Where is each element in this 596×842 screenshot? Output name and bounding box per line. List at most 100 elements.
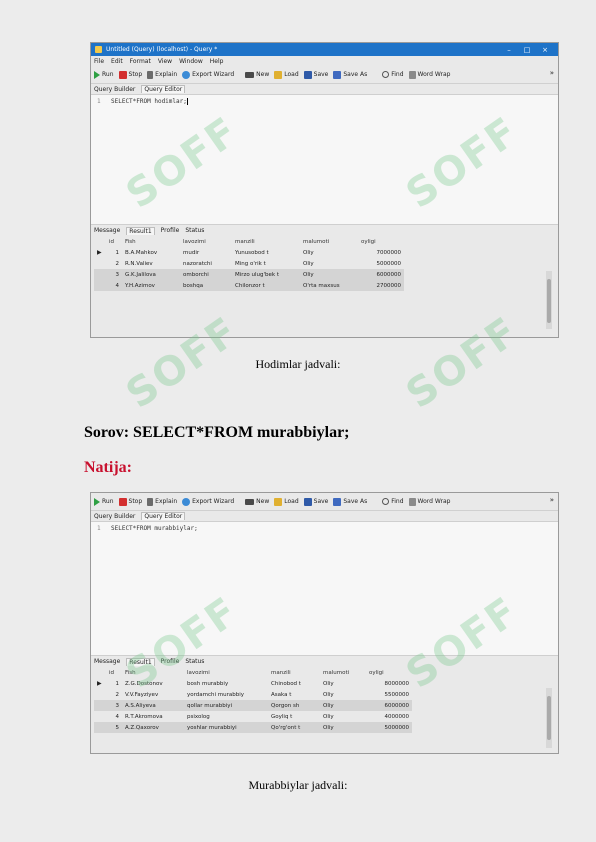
load-button[interactable]: Load [274,497,299,506]
tab-status[interactable]: Status [185,658,204,665]
new-button[interactable]: New [245,498,269,505]
tab-profile[interactable]: Profile [161,658,180,665]
cell-oyligi[interactable]: 8000000 [366,678,412,689]
cell-fish[interactable]: Z.G.Dostonov [122,678,184,689]
cell-malumoti[interactable]: Oliy [320,711,366,722]
scrollbar-thumb[interactable] [547,696,551,740]
cell-oyligi[interactable]: 2700000 [358,280,404,291]
tab-profile[interactable]: Profile [161,227,180,234]
cell-malumoti[interactable]: O'rta maxsus [300,280,358,291]
menu-window[interactable]: Window [179,58,203,65]
col-id[interactable]: id [106,667,122,678]
tab-result1[interactable]: Result1 [126,226,155,235]
save-button[interactable]: Save [303,497,328,506]
cell-oyligi[interactable]: 6000000 [358,269,404,280]
col-oyligi[interactable]: oyligi [366,667,412,678]
tab-query-builder[interactable]: Query Builder [94,513,135,520]
col-malumoti[interactable]: malumoti [320,667,366,678]
stop-button[interactable]: Stop [118,497,142,506]
col-malumoti[interactable]: malumoti [300,236,358,247]
cell-fish[interactable]: V.V.Fayziyev [122,689,184,700]
menu-view[interactable]: View [158,58,172,65]
cell-id[interactable]: 4 [106,280,122,291]
cell-fish[interactable]: R.T.Akromova [122,711,184,722]
cell-lavozimi[interactable]: bosh murabbiy [184,678,268,689]
menu-format[interactable]: Format [130,58,151,65]
maximize-icon[interactable]: □ [518,46,536,54]
tab-query-editor[interactable]: Query Editor [141,512,186,520]
cell-manzili[interactable]: Ming o'rik t [232,258,300,269]
cell-malumoti[interactable]: Oliy [320,689,366,700]
col-lavozimi[interactable]: lavozimi [180,236,232,247]
cell-manzili[interactable]: Asaka t [268,689,320,700]
toolbar-overflow-icon[interactable]: » [550,496,554,504]
cell-lavozimi[interactable]: psixolog [184,711,268,722]
cell-fish[interactable]: B.A.Mahkov [122,247,180,258]
cell-manzili[interactable]: Goyliq t [268,711,320,722]
table-row[interactable]: 3 A.S.Aliyeva qollar murabbiyi Qorgon sh… [94,700,412,711]
cell-fish[interactable]: R.N.Valiev [122,258,180,269]
cell-malumoti[interactable]: Oliy [300,258,358,269]
tab-result1[interactable]: Result1 [126,657,155,666]
word-wrap-button[interactable]: Word Wrap [408,497,451,506]
minimize-icon[interactable]: – [500,46,518,54]
menu-file[interactable]: File [94,58,104,65]
explain-button[interactable]: Explain [147,70,177,79]
cell-lavozimi[interactable]: qollar murabbiyi [184,700,268,711]
find-button[interactable]: Find [382,71,404,78]
cell-lavozimi[interactable]: nazoratchi [180,258,232,269]
cell-manzili[interactable]: Qorgon sh [268,700,320,711]
cell-id[interactable]: 2 [106,258,122,269]
stop-button[interactable]: Stop [118,70,142,79]
cell-malumoti[interactable]: Oliy [320,722,366,733]
menu-help[interactable]: Help [210,58,224,65]
save-as-button[interactable]: Save As [333,70,367,79]
table-row[interactable]: ▶ 1 Z.G.Dostonov bosh murabbiy Chinobod … [94,678,412,689]
close-icon[interactable]: × [536,46,554,54]
col-fish[interactable]: Fish [122,667,184,678]
cell-manzili[interactable]: Chilonzor t [232,280,300,291]
cell-lavozimi[interactable]: boshqa [180,280,232,291]
cell-id[interactable]: 1 [106,247,122,258]
cell-malumoti[interactable]: Oliy [320,700,366,711]
cell-malumoti[interactable]: Oliy [300,269,358,280]
cell-manzili[interactable]: Qo'rg'ont t [268,722,320,733]
table-row[interactable]: 4 R.T.Akromova psixolog Goyliq t Oliy 40… [94,711,412,722]
load-button[interactable]: Load [274,70,299,79]
cell-fish[interactable]: A.Z.Qaxorov [122,722,184,733]
tab-status[interactable]: Status [185,227,204,234]
tab-query-editor[interactable]: Query Editor [141,85,186,93]
cell-id[interactable]: 1 [106,678,122,689]
scrollbar-thumb[interactable] [547,279,551,323]
cell-manzili[interactable]: Yunusobod t [232,247,300,258]
tab-query-builder[interactable]: Query Builder [94,86,135,93]
cell-id[interactable]: 2 [106,689,122,700]
cell-oyligi[interactable]: 7000000 [358,247,404,258]
cell-lavozimi[interactable]: yordamchi murabbiy [184,689,268,700]
col-id[interactable]: id [106,236,122,247]
find-button[interactable]: Find [382,498,404,505]
cell-id[interactable]: 3 [106,269,122,280]
table-row[interactable]: 4 Y.H.Azimov boshqa Chilonzor t O'rta ma… [94,280,404,291]
result-scrollbar[interactable] [546,271,552,329]
export-wizard-button[interactable]: Export Wizard [182,497,234,506]
col-fish[interactable]: Fish [122,236,180,247]
cell-lavozimi[interactable]: yoshlar murabbiyi [184,722,268,733]
table-row[interactable]: 5 A.Z.Qaxorov yoshlar murabbiyi Qo'rg'on… [94,722,412,733]
run-button[interactable]: Run [94,70,114,79]
col-oyligi[interactable]: oyligi [358,236,404,247]
sql-text[interactable]: SELECT*FROM hodimlar; [111,98,187,105]
cell-lavozimi[interactable]: omborchi [180,269,232,280]
cell-id[interactable]: 5 [106,722,122,733]
table-row[interactable]: 3 G.K.Jalilova omborchi Mirzo ulug'bek t… [94,269,404,280]
tab-message[interactable]: Message [94,227,120,234]
cell-lavozimi[interactable]: mudir [180,247,232,258]
cell-oyligi[interactable]: 6000000 [366,700,412,711]
save-button[interactable]: Save [303,70,328,79]
new-button[interactable]: New [245,71,269,78]
col-manzili[interactable]: manzili [232,236,300,247]
table-row[interactable]: 2 R.N.Valiev nazoratchi Ming o'rik t Oli… [94,258,404,269]
table-row[interactable]: ▶ 1 B.A.Mahkov mudir Yunusobod t Oliy 70… [94,247,404,258]
tab-message[interactable]: Message [94,658,120,665]
menu-edit[interactable]: Edit [111,58,123,65]
